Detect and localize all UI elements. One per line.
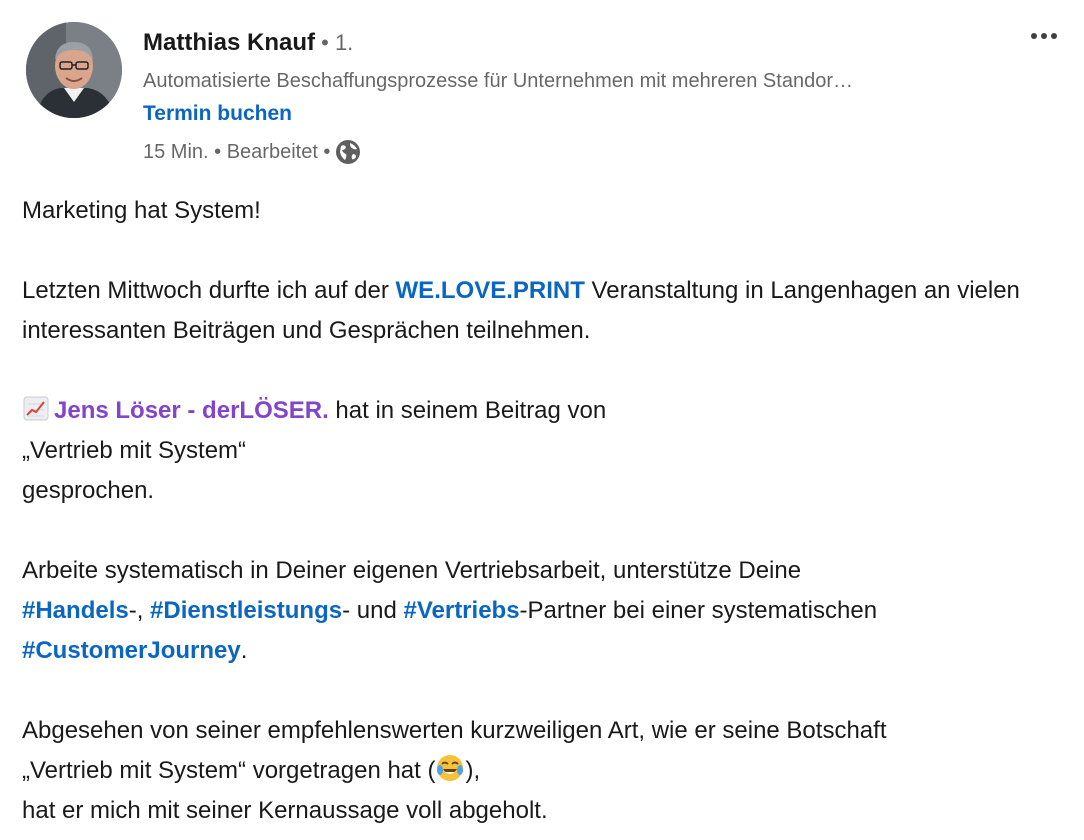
mention-jens-loeser[interactable]: Jens Löser - derLÖSER. (54, 397, 329, 424)
tears-of-joy-emoji (435, 753, 465, 783)
mention-welove-print[interactable]: WE.LOVE.PRINT (396, 277, 585, 304)
author-name[interactable]: Matthias Knauf (143, 29, 315, 56)
post-paragraph-1: Marketing hat System! (22, 197, 261, 224)
author-headline: Automatisierte Beschaffungsprozesse für … (143, 70, 853, 92)
post-paragraph-4: Arbeite systematisch in Deiner eigenen V… (22, 557, 878, 664)
connection-degree: • 1. (315, 30, 354, 55)
hashtag-vertriebs[interactable]: #Vertriebs (403, 597, 519, 624)
post-paragraph-2: Letzten Mittwoch durfte ich auf der WE.L… (22, 277, 1020, 344)
chart-increasing-emoji (22, 394, 50, 422)
post-paragraph-5: Abgesehen von seiner empfehlenswerten ku… (22, 717, 887, 824)
post-meta: 15 Min. • Bearbeitet • (143, 138, 362, 166)
post-paragraph-3: Jens Löser - derLÖSER. hat in seinem Bei… (22, 391, 1072, 511)
author-name-row: Matthias Knauf • 1. (143, 28, 353, 58)
hashtag-dienstleistungs[interactable]: #Dienstleistungs (150, 597, 342, 624)
author-avatar[interactable] (26, 22, 122, 118)
post-body: Marketing hat System! Letzten Mittwoch d… (22, 191, 1072, 831)
book-appointment-link[interactable]: Termin buchen (143, 101, 292, 127)
more-options-icon[interactable] (1026, 22, 1062, 50)
hashtag-handels[interactable]: #Handels (22, 597, 129, 624)
post-timestamp: 15 Min. • Bearbeitet • (143, 141, 331, 163)
hashtag-customer-journey[interactable]: #CustomerJourney (22, 637, 241, 664)
globe-icon (334, 138, 362, 166)
